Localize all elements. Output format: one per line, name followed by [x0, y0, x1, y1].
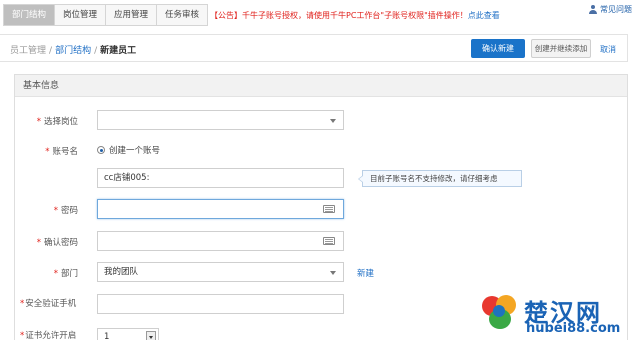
chevron-down-icon [330, 271, 336, 275]
user-help-icon [588, 4, 598, 15]
tab-position-management[interactable]: 岗位管理 [55, 5, 107, 25]
watermark-url: hubei88.com [526, 321, 621, 336]
watermark: 楚汉网 hubei88.com [476, 290, 640, 340]
chevron-down-icon [330, 119, 336, 123]
faq-label: 常见问题 [600, 5, 632, 14]
new-department-link[interactable]: 新建 [357, 267, 374, 279]
announcement-link[interactable]: 点此查看 [468, 11, 500, 20]
page-header: 员工管理 / 部门结构 / 新建员工 确认新建 创建并继续添加 取消 [0, 34, 628, 62]
department-select[interactable]: 我的团队 [97, 262, 344, 282]
breadcrumb-department-structure[interactable]: 部门结构 [55, 46, 91, 56]
top-bar: 部门结构 岗位管理 应用管理 任务审核 【公告】千牛子账号授权，请使用千牛PC工… [0, 0, 640, 30]
position-select[interactable] [97, 110, 344, 130]
confirm-create-button[interactable]: 确认新建 [471, 39, 525, 58]
password-label: * 密码 [53, 206, 78, 216]
section-title: 基本信息 [15, 75, 627, 97]
breadcrumb: 员工管理 / 部门结构 / 新建员工 [10, 43, 136, 56]
confirm-password-input[interactable] [97, 231, 344, 251]
tip-arrow [358, 175, 363, 183]
department-label: * 部门 [53, 269, 78, 279]
keyboard-icon[interactable] [323, 205, 335, 213]
security-phone-input[interactable] [97, 294, 344, 314]
faq-link[interactable]: 常见问题 [588, 4, 632, 15]
page-title: 新建员工 [100, 46, 137, 56]
phone-label: *安全验证手机 [20, 299, 77, 309]
tab-app-management[interactable]: 应用管理 [106, 5, 158, 25]
confirm-password-label: * 确认密码 [36, 238, 78, 248]
cert-select[interactable]: 1 [97, 328, 159, 340]
cert-label: *证书允许开启 [20, 331, 77, 340]
breadcrumb-employee-management[interactable]: 员工管理 [10, 46, 46, 56]
breadcrumb-separator: / [94, 46, 98, 56]
create-account-radio[interactable]: 创建一个账号 [97, 144, 160, 156]
cancel-link[interactable]: 取消 [600, 44, 616, 55]
announcement-text: 【公告】千牛子账号授权，请使用千牛PC工作台"子账号权限"插件操作！ [210, 11, 468, 20]
position-label: * 选择岗位 [36, 117, 78, 127]
account-tip: 目前子账号名不支持修改，请仔细考虑 [358, 170, 522, 187]
account-label: * 账号名 [45, 147, 78, 157]
breadcrumb-separator: / [49, 46, 53, 56]
keyboard-icon[interactable] [323, 237, 335, 245]
announcement: 【公告】千牛子账号授权，请使用千牛PC工作台"子账号权限"插件操作！点此查看 [210, 10, 500, 21]
create-and-continue-button[interactable]: 创建并继续添加 [531, 39, 591, 58]
tab-task-review[interactable]: 任务审核 [157, 5, 208, 25]
chevron-down-icon [146, 331, 156, 340]
watermark-logo-icon [480, 293, 518, 331]
radio-selected-icon [97, 146, 105, 154]
tab-department-structure[interactable]: 部门结构 [4, 5, 56, 25]
main-tabs: 部门结构 岗位管理 应用管理 任务审核 [3, 4, 209, 26]
password-input[interactable] [97, 199, 344, 219]
account-name-input[interactable]: cc店铺005: [97, 168, 344, 188]
